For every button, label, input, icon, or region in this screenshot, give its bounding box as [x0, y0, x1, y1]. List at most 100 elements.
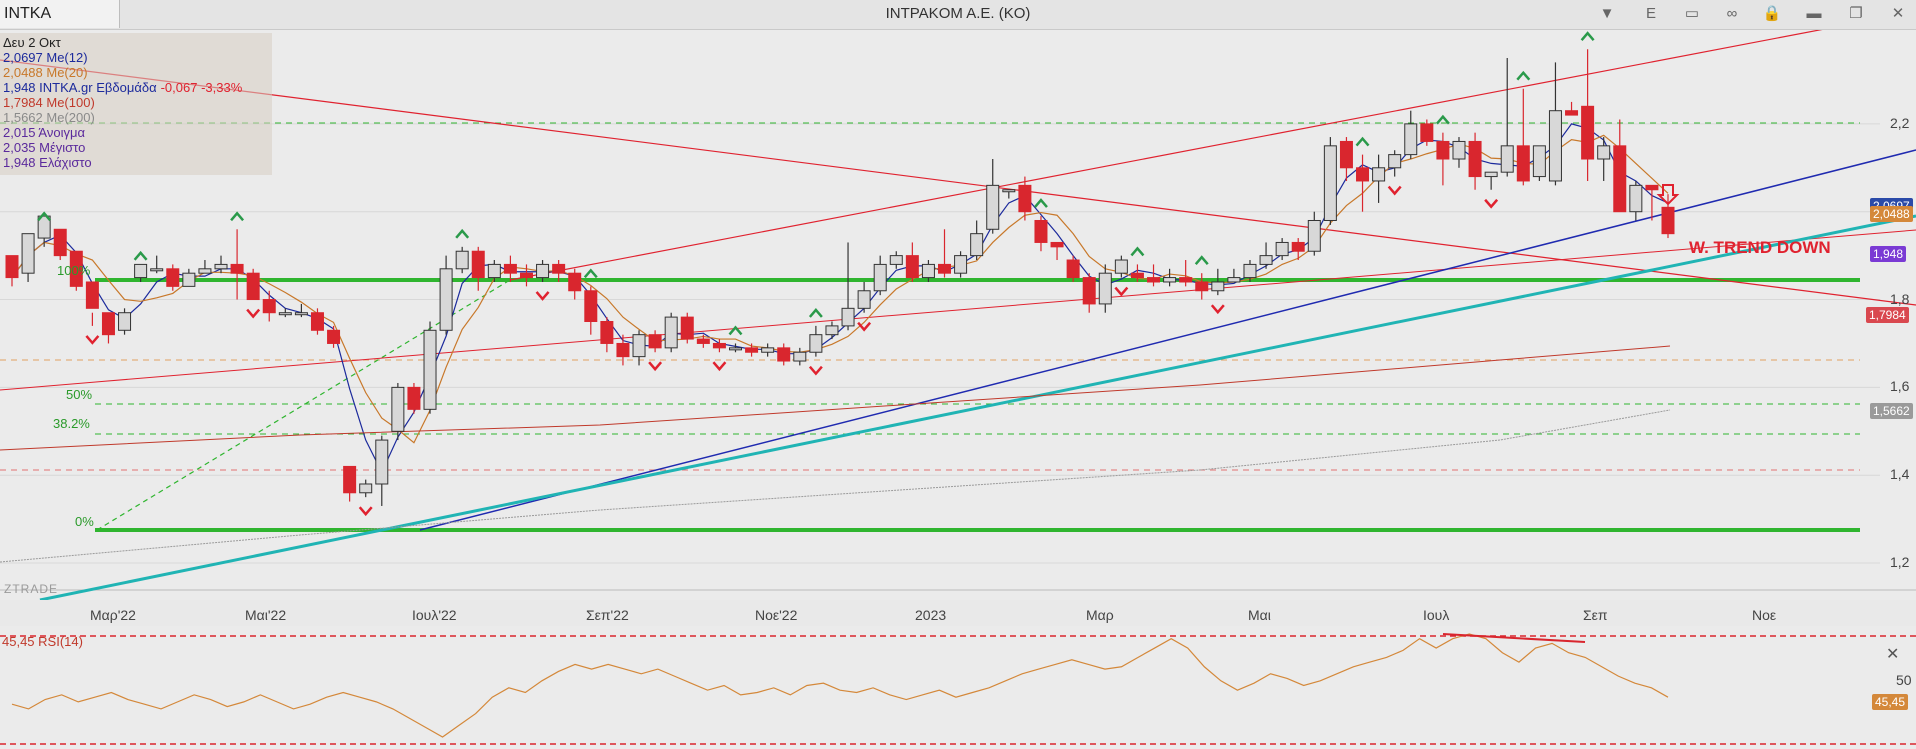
candle-body	[728, 347, 742, 351]
candle-body	[777, 347, 791, 362]
price-tag: 2,0488	[1870, 206, 1913, 222]
candle-body	[1163, 277, 1177, 283]
candle-body	[696, 338, 710, 344]
candle-body	[439, 268, 453, 331]
candle-body	[1275, 241, 1289, 257]
candle-body	[375, 439, 389, 485]
candle-body	[1613, 145, 1627, 213]
x-tick-label: Νοε	[1752, 607, 1777, 623]
x-tick-label: Μαρ	[1086, 607, 1114, 623]
candle-body	[519, 272, 533, 279]
close-icon[interactable]: ✕	[1884, 0, 1912, 28]
info-line-1: 2,0488 Me(20)	[3, 65, 88, 80]
candle-body	[1500, 145, 1514, 173]
rsi-label: 45,45 RSI(14)	[2, 634, 83, 649]
candle-body	[214, 263, 228, 270]
candle-body	[1629, 184, 1643, 213]
candle-body	[954, 255, 968, 274]
candle-body	[970, 233, 984, 257]
candle-body	[1468, 140, 1482, 178]
candle-body	[101, 312, 115, 336]
dropdown-button[interactable]: ▼	[1593, 0, 1621, 28]
candle-body	[262, 299, 276, 314]
candle-body	[391, 386, 405, 432]
candle-body	[1372, 167, 1386, 182]
candle-body	[5, 255, 19, 279]
candle-body	[1002, 189, 1016, 193]
candle-body	[1291, 241, 1305, 252]
lock-icon[interactable]: 🔒	[1758, 0, 1786, 28]
candle-body	[584, 290, 598, 322]
candle-body	[600, 321, 614, 344]
x-tick-label: Σεπ'22	[586, 607, 629, 623]
candle-body	[359, 483, 373, 494]
info-line-7: 1,948 Ελάχιστο	[3, 155, 92, 170]
minimize-icon[interactable]: ▬	[1800, 0, 1828, 28]
candle-body	[825, 325, 839, 336]
title-bar: INTKA INTPAKOM A.E. (KO) ▼ E ▭ ∞ 🔒 ▬ ❐ ✕	[0, 0, 1916, 30]
y-tick-label: 1,4	[1890, 466, 1910, 483]
candle-body	[294, 312, 308, 316]
info-date: Δευ 2 Οκτ	[3, 35, 61, 50]
candle-body	[1018, 184, 1032, 213]
info-line-5: 2,015 Άνοιγμα	[3, 125, 85, 140]
candle-body	[1420, 123, 1434, 142]
candle-body	[648, 334, 662, 349]
candle-body	[1339, 140, 1353, 169]
layout-icon[interactable]: ▭	[1678, 0, 1706, 28]
rsi-close-icon[interactable]: ✕	[1886, 644, 1899, 664]
info-line-0: 2,0697 Me(12)	[3, 50, 88, 65]
candle-body	[1597, 145, 1611, 160]
candle-body	[1388, 154, 1402, 169]
price-tag: 1,948	[1870, 246, 1907, 262]
candle-body	[118, 312, 132, 331]
rsi-tick-label: 50	[1896, 672, 1912, 688]
candle-body	[53, 228, 67, 257]
price-tag: 1,7984	[1866, 307, 1909, 323]
symbol-input[interactable]: INTKA	[0, 0, 120, 28]
candle-body	[1565, 110, 1579, 116]
x-tick-label: Μαι'22	[245, 607, 287, 623]
price-chart[interactable]	[0, 30, 1916, 600]
candle-body	[536, 263, 550, 279]
y-tick-label: 1,8	[1890, 290, 1910, 307]
watermark: ZTRADE	[4, 582, 58, 596]
candle-body	[1114, 259, 1128, 274]
restore-icon[interactable]: ❐	[1842, 0, 1870, 28]
candle-body	[809, 334, 823, 353]
candle-body	[166, 268, 180, 287]
candle-body	[1227, 277, 1241, 283]
fib-label: 100%	[57, 263, 91, 278]
fib-label: 50%	[66, 387, 93, 402]
candle-body	[1516, 145, 1530, 182]
candle-body	[921, 263, 935, 279]
fib-label: 38.2%	[53, 416, 90, 431]
candle-body	[1147, 277, 1161, 283]
candle-body	[793, 351, 807, 362]
chart-title: INTPAKOM A.E. (KO)	[885, 5, 1031, 22]
candle-body	[1034, 219, 1048, 243]
candle-body	[857, 290, 871, 309]
x-tick-label: Νοε'22	[755, 607, 798, 623]
rsi-chart[interactable]	[0, 626, 1916, 749]
candle-body	[1130, 272, 1144, 279]
x-tick-label: Μαρ'22	[90, 607, 136, 623]
info-line-2: 1,948 INTKA.gr Εβδομάδα -0,067 -3,33%	[3, 80, 243, 95]
candle-body	[343, 465, 357, 494]
link-icon[interactable]: ∞	[1718, 0, 1746, 28]
candle-body	[246, 272, 260, 301]
y-tick-label: 1,6	[1890, 378, 1910, 395]
candle-body	[150, 268, 164, 272]
period-button[interactable]: E	[1637, 0, 1665, 28]
y-tick-label: 1,2	[1890, 554, 1910, 571]
candle-body	[568, 272, 582, 292]
x-tick-label: Ιουλ'22	[412, 607, 457, 623]
candle-body	[503, 263, 517, 274]
candle-body	[1661, 206, 1675, 235]
candle-body	[1211, 281, 1225, 292]
candle-body	[198, 268, 212, 274]
x-tick-label: Σεπ	[1583, 607, 1608, 623]
candle-body	[1243, 263, 1257, 279]
candle-body	[616, 342, 630, 358]
candle-body	[761, 347, 775, 353]
